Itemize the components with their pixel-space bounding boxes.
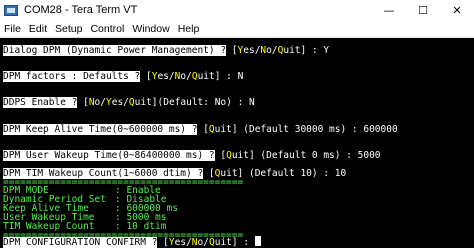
option-bracket: [: [77, 97, 89, 108]
prompt-dpm-factors: DPM factors : Defaults ? [Yes/No/Quit] :…: [3, 71, 243, 82]
prompt-user-wakeup-time: DPM User Wakeup Time(0~86400000 ms) ? [Q…: [3, 150, 381, 161]
tera-term-icon: [4, 4, 18, 16]
option-text: uit] : Y: [283, 45, 330, 56]
option-bracket: [: [140, 71, 152, 82]
menu-edit[interactable]: Edit: [25, 23, 51, 35]
menu-control[interactable]: Control: [86, 23, 128, 35]
option-text: uit] :: [214, 237, 255, 248]
option-text: es/: [157, 71, 175, 82]
text-cursor: [254, 236, 261, 246]
prompt-keep-alive-time: DPM Keep Alive Time(0~600000 ms) ? [Quit…: [3, 124, 398, 135]
terminal-window: COM28 - Tera Term VT — ☐ ✕ File Edit Set…: [0, 0, 474, 248]
menu-help[interactable]: Help: [174, 23, 204, 35]
option-bracket: [: [157, 237, 169, 248]
prompt-ddps-enable: DDPS Enable ? [No/Yes/Quit](Default: No)…: [3, 97, 255, 108]
option-text: o/: [94, 97, 106, 108]
menu-setup[interactable]: Setup: [51, 23, 86, 35]
maximize-button[interactable]: ☐: [406, 0, 440, 20]
window-controls: — ☐ ✕: [372, 0, 474, 20]
option-text: o/: [197, 237, 209, 248]
option-text: es/: [174, 237, 192, 248]
option-text: es/: [243, 45, 261, 56]
option-text: uit] : N: [197, 71, 244, 82]
title-bar: COM28 - Tera Term VT — ☐ ✕: [0, 0, 474, 20]
option-text: uit] (Default 30000 ms) : 600000: [214, 124, 398, 135]
option-text: es/: [111, 97, 129, 108]
prompt-text: Dialog DPM (Dynamic Power Management) ?: [3, 45, 227, 56]
prompt-text: DPM CONFIGURATION CONFIRM ?: [3, 237, 158, 248]
prompt-text: DDPS Enable ?: [3, 97, 78, 108]
prompt-text: DPM Keep Alive Time(0~600000 ms) ?: [3, 124, 198, 135]
option-bracket: [: [226, 45, 238, 56]
option-text: o/: [266, 45, 278, 56]
prompt-config-confirm: DPM CONFIGURATION CONFIRM ? [Yes/No/Quit…: [3, 236, 261, 248]
menu-file[interactable]: File: [0, 23, 25, 35]
option-bracket: [: [214, 150, 227, 161]
prompt-dialog-dpm: Dialog DPM (Dynamic Power Management) ? …: [3, 45, 329, 56]
option-text: uit] (Default 0 ms) : 5000: [231, 150, 381, 161]
prompt-text: DPM factors : Defaults ?: [3, 71, 141, 82]
menu-bar: File Edit Setup Control Window Help: [0, 20, 474, 38]
option-bracket: [: [197, 124, 209, 135]
option-text: o/: [180, 71, 192, 82]
option-text: uit](Default: No) : N: [134, 97, 255, 108]
prompt-text: DPM User Wakeup Time(0~86400000 ms) ?: [3, 150, 215, 161]
menu-window[interactable]: Window: [128, 23, 173, 35]
close-button[interactable]: ✕: [440, 0, 474, 20]
terminal-screen[interactable]: Dialog DPM (Dynamic Power Management) ? …: [0, 38, 474, 248]
minimize-button[interactable]: —: [372, 0, 406, 20]
window-title: COM28 - Tera Term VT: [24, 4, 138, 16]
